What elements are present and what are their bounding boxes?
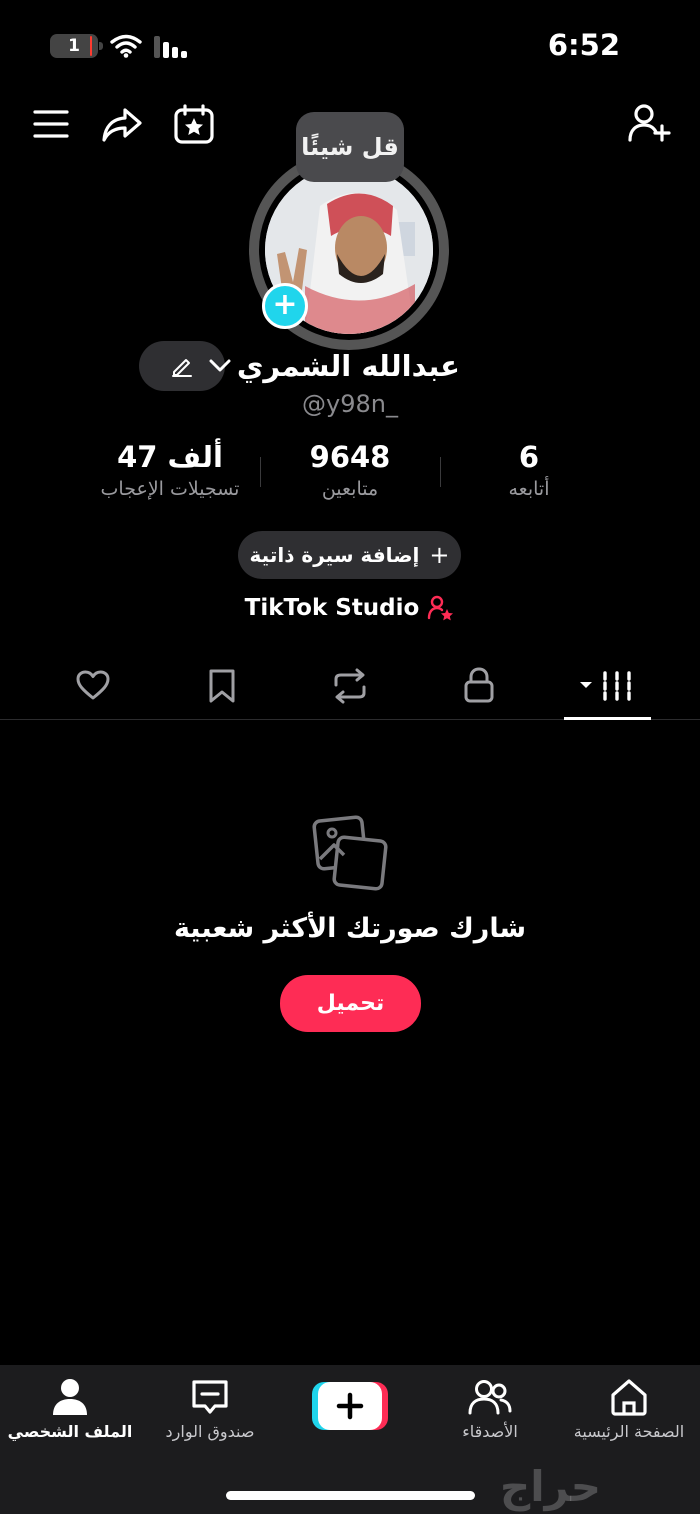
haraj-watermark: حراج xyxy=(500,1462,602,1511)
profile-icon xyxy=(53,1379,87,1415)
home-icon xyxy=(611,1379,647,1416)
tab-favorites-bookmark-icon[interactable] xyxy=(207,668,237,704)
stat-followers[interactable]: 9648 متابعين xyxy=(250,440,450,500)
profile-name: عبدالله الشمري xyxy=(236,349,460,383)
menu-icon[interactable] xyxy=(33,109,69,139)
say-something-bubble[interactable]: قل شيئًا xyxy=(296,112,404,182)
stat-likes[interactable]: 47 ألف تسجيلات الإعجاب xyxy=(70,440,270,500)
likes-label: تسجيلات الإعجاب xyxy=(100,478,240,500)
account-switcher[interactable]: عبدالله الشمري xyxy=(209,344,460,388)
nav-friends[interactable]: الأصدقاء xyxy=(420,1378,560,1441)
nav-home[interactable]: الصفحة الرئيسية xyxy=(559,1378,699,1441)
followers-count: 9648 xyxy=(309,440,391,474)
photos-icon xyxy=(312,815,388,891)
empty-state-title: شارك صورتك الأكثر شعبية xyxy=(173,913,527,944)
nav-inbox-label: صندوق الوارد xyxy=(165,1422,255,1441)
cellular-signal-icon xyxy=(154,36,187,58)
add-bio-label: إضافة سيرة ذاتية xyxy=(249,543,420,567)
friends-icon xyxy=(468,1380,512,1415)
calendar-star-icon[interactable] xyxy=(174,104,214,144)
following-label: أتابعه xyxy=(508,478,550,500)
add-friend-icon[interactable] xyxy=(628,104,672,142)
battery-indicator: 1 xyxy=(50,34,103,58)
chevron-down-icon xyxy=(209,359,231,372)
nav-profile-label: الملف الشخصي xyxy=(7,1422,133,1441)
active-tab-indicator xyxy=(564,717,651,720)
tiktok-studio-link[interactable]: TikTok Studio xyxy=(0,594,700,622)
nav-friends-label: الأصدقاء xyxy=(462,1422,518,1441)
tiktok-studio-label: TikTok Studio xyxy=(244,595,420,621)
profile-handle: @y98n_ xyxy=(302,390,398,418)
inbox-icon xyxy=(192,1380,228,1414)
tab-liked-heart-icon[interactable] xyxy=(75,669,111,701)
followers-label: متابعين xyxy=(321,478,379,500)
tab-reposts-icon[interactable] xyxy=(330,667,370,705)
add-avatar-button[interactable]: + xyxy=(262,283,308,329)
pencil-icon xyxy=(172,359,192,377)
stat-following[interactable]: 6 أتابعه xyxy=(429,440,629,500)
following-count: 6 xyxy=(518,440,540,474)
nav-home-label: الصفحة الرئيسية xyxy=(573,1422,685,1441)
creator-star-icon xyxy=(428,595,454,621)
likes-count: 47 ألف xyxy=(117,440,223,474)
nav-profile[interactable]: الملف الشخصي xyxy=(0,1378,140,1441)
tab-private-lock-icon[interactable] xyxy=(462,666,496,704)
add-bio-button[interactable]: + إضافة سيرة ذاتية xyxy=(238,531,461,579)
wifi-icon xyxy=(110,34,142,58)
share-icon[interactable] xyxy=(101,106,143,144)
upload-button[interactable]: تحميل xyxy=(280,975,421,1032)
home-indicator xyxy=(226,1491,475,1500)
create-button[interactable] xyxy=(312,1382,388,1430)
tab-videos-grid-icon[interactable] xyxy=(578,670,634,702)
status-time: 6:52 xyxy=(547,28,620,62)
nav-inbox[interactable]: صندوق الوارد xyxy=(140,1378,280,1441)
battery-level: 1 xyxy=(68,36,80,56)
plus-icon: + xyxy=(429,541,450,569)
